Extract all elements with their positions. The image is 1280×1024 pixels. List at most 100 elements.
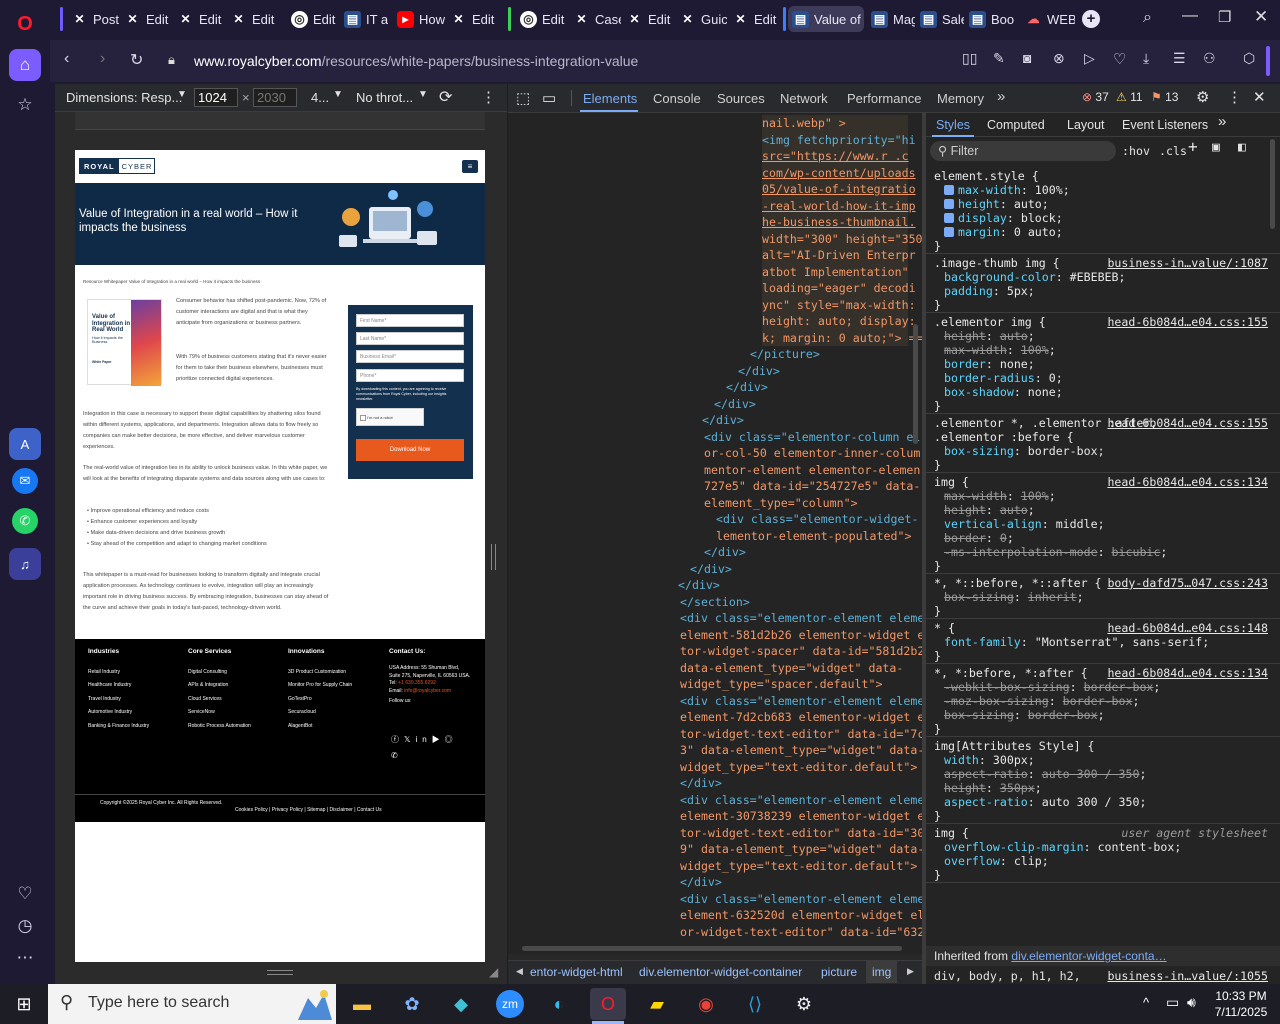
css-property[interactable]: font-family: "Montserrat", sans-serif; [944, 635, 1209, 649]
dom-node-line[interactable]: <div class="elementor-column el [704, 429, 920, 446]
opera-logo-icon[interactable]: O [9, 8, 41, 40]
styles-filter-input[interactable]: ⚲ Filter [930, 141, 1116, 161]
music-player-icon[interactable]: ♫ [9, 548, 41, 580]
hamburger-menu-icon[interactable]: ≡ [462, 160, 478, 173]
messenger-icon[interactable]: ✉ [12, 468, 38, 494]
footer-link[interactable]: Banking & Finance Industry [88, 720, 149, 733]
profile-icon[interactable]: ⚇ [1203, 50, 1216, 67]
dom-node-line[interactable]: width="300" height="350 [762, 230, 922, 247]
css-property[interactable]: box-sizing: inherit; [944, 590, 1084, 604]
css-property[interactable]: height: auto; [944, 329, 1035, 343]
last-name-field[interactable]: Last Name* [356, 332, 464, 345]
footer-link[interactable]: ServiceNow [188, 706, 251, 719]
css-property[interactable]: box-sizing: border-box; [944, 708, 1105, 722]
warnings-badge[interactable]: ⚠ 11 [1116, 90, 1143, 104]
css-property[interactable]: border: 0; [944, 531, 1014, 545]
footer-link[interactable]: APIs & Integration [188, 679, 251, 692]
css-property[interactable]: max-width: 100%; [944, 343, 1056, 357]
dom-node-line[interactable]: <div class="elementor-element eleme [680, 792, 922, 809]
footer-policy-links[interactable]: Cookies Policy | Privacy Policy | Sitema… [235, 807, 382, 813]
dom-node-line[interactable]: </div> [680, 775, 722, 792]
more-tabs-icon[interactable]: » [997, 88, 1005, 105]
tab[interactable]: ▤ Mag [867, 6, 915, 32]
dom-node-line[interactable]: he-business-thumbnail. [762, 214, 916, 231]
tab-styles[interactable]: Styles [936, 118, 970, 132]
search-tabs-icon[interactable]: ⌕ [1143, 9, 1152, 27]
breadcrumb-item-selected[interactable]: img [866, 961, 898, 983]
tab-network[interactable]: Network [780, 91, 828, 106]
dom-node-line[interactable]: com/wp-content/uploads [762, 164, 916, 181]
css-source-link[interactable]: head-6b084d…e04.css:134 [1107, 475, 1268, 489]
tab-memory[interactable]: Memory [937, 91, 984, 106]
errors-badge[interactable]: ⊗ 37 [1082, 90, 1109, 104]
dom-node-line[interactable]: height: auto; display: [762, 313, 916, 330]
gear-icon[interactable]: ⚙ [1196, 88, 1209, 106]
dom-node-line[interactable]: <div class="elementor-element eleme [680, 610, 922, 627]
hov-toggle[interactable]: :hov [1122, 144, 1150, 158]
tab-layout[interactable]: Layout [1067, 118, 1105, 132]
home-icon[interactable]: ⌂ [9, 49, 41, 81]
heart-bookmark-icon[interactable]: ♡ [1113, 50, 1126, 68]
heart-icon[interactable]: ♡ [9, 878, 41, 910]
more-tabs-icon[interactable]: » [1218, 114, 1226, 129]
send-icon[interactable]: ▷ [1084, 50, 1095, 67]
edit-icon[interactable]: ✎ [993, 50, 1005, 67]
dom-node-line[interactable]: </picture> [750, 346, 820, 363]
download-now-button[interactable]: Download Now [356, 439, 464, 461]
dom-node-line[interactable]: <img fetchpriority="hi [762, 131, 916, 148]
paint-app-icon[interactable]: ✿ [394, 988, 430, 1020]
dom-node-line[interactable]: src="https://www.r .c [762, 148, 909, 165]
email-field[interactable]: Business Email* [356, 350, 464, 363]
dom-node-line[interactable]: k; margin: 0 auto;"> == [762, 329, 922, 346]
css-source-link[interactable]: head-6b084d…e04.css:155 [1107, 315, 1268, 329]
dom-node-line[interactable]: </div> [680, 874, 722, 891]
dom-node-line[interactable]: </div> [690, 561, 732, 578]
clock[interactable]: 10:33 PM 7/11/2025 [1212, 988, 1270, 1020]
footer-link[interactable]: Travel Industry [88, 693, 149, 706]
edge-icon[interactable]: ◐ [541, 988, 577, 1020]
reload-icon[interactable]: ↻ [130, 50, 143, 70]
dom-node-line[interactable]: element_type="column"> [704, 495, 858, 512]
add-rule-icon[interactable]: + [1188, 139, 1198, 155]
windows-start-icon[interactable]: ⊞ [6, 988, 42, 1020]
adblock-icon[interactable]: ⊗ [1053, 50, 1065, 67]
css-property[interactable]: margin: 0 auto; [944, 225, 1063, 239]
footer-link[interactable]: Securacloud [288, 706, 352, 719]
horizontal-scrollbar[interactable] [508, 942, 922, 954]
styles-scrollbar[interactable] [1270, 139, 1275, 229]
dom-node-line[interactable]: 727e5" data-id="254727e5" data- [704, 478, 920, 495]
dom-node-line[interactable]: <div class="elementor-element eleme [680, 693, 922, 710]
sticky-notes-icon[interactable]: ▰ [639, 988, 675, 1020]
dom-node-line[interactable]: element-7d2cb683 elementor-widget e [680, 709, 922, 726]
css-property[interactable]: overflow-clip-margin: content-box; [944, 840, 1181, 854]
new-tab-button[interactable]: + [1082, 10, 1100, 28]
tab[interactable]: ▤ Boo [965, 6, 1017, 32]
footer-link[interactable]: Automotive Industry [88, 706, 149, 719]
tab[interactable]: ✕ Edit [622, 6, 674, 32]
throttle-dropdown[interactable]: No throt... [356, 90, 413, 105]
tab[interactable]: ✕ Edit [120, 6, 172, 32]
css-property[interactable]: max-width: 100%; [944, 489, 1056, 503]
dom-node-line[interactable]: </div> [738, 363, 780, 380]
dom-node-line[interactable]: </section> [680, 594, 750, 611]
elements-scrollbar[interactable] [913, 324, 918, 444]
css-source-link[interactable]: head-6b084d…e04.css:134 [1107, 666, 1268, 680]
dom-node-line[interactable]: </div> [714, 396, 756, 413]
dom-node-line[interactable]: 05/value-of-integratio [762, 181, 916, 198]
dom-node-line[interactable]: <div class="elementor-widget- [716, 511, 918, 528]
tab-console[interactable]: Console [653, 91, 701, 106]
download-icon[interactable]: ⤓ [1143, 50, 1149, 67]
footer-link[interactable]: Healthcare Industry [88, 679, 149, 692]
breadcrumb-item[interactable]: div.elementor-widget-container [639, 965, 802, 979]
taskbar-search-box[interactable]: ⚲ Type here to search [48, 984, 336, 1024]
easy-setup-icon[interactable]: ☰ [1173, 50, 1186, 67]
social-icons[interactable]: ⓕ𝕏in▶◎ [391, 734, 458, 745]
tab[interactable]: ▤IT ar [340, 6, 388, 32]
tab[interactable]: ✕ Edit [446, 6, 498, 32]
paint-icon[interactable]: ▣ [1212, 141, 1220, 155]
app-hex-icon[interactable]: ◆ [443, 988, 479, 1020]
css-property[interactable]: overflow: clip; [944, 854, 1049, 868]
device-toggle-icon[interactable]: ▭ [542, 89, 556, 107]
css-property[interactable]: aspect-ratio: auto 300 / 350; [944, 767, 1146, 781]
footer-link[interactable]: Cloud Services [188, 693, 251, 706]
